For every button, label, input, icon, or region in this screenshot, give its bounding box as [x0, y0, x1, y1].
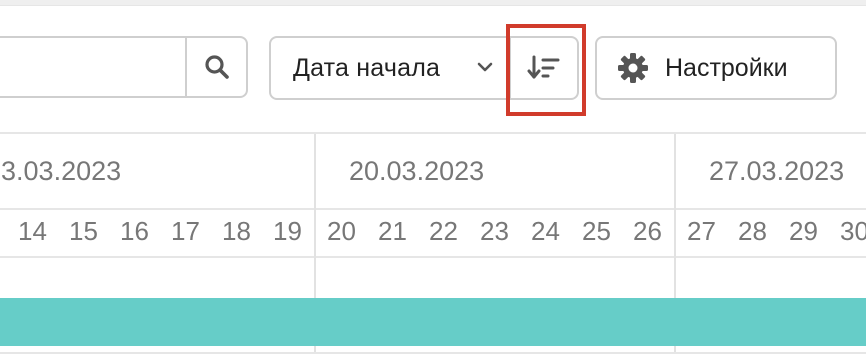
day-label: 21: [378, 216, 407, 246]
day-label: 15: [69, 216, 98, 246]
timeline-top-border: [0, 132, 866, 134]
top-divider: [0, 0, 866, 6]
search-icon: [204, 55, 229, 79]
day-label: 29: [789, 216, 818, 246]
search-input[interactable]: [0, 38, 188, 96]
chevron-down-icon: [477, 62, 493, 72]
day-label: 22: [429, 216, 458, 246]
day-label: 18: [222, 216, 251, 246]
timeline-bottom-border: [0, 256, 866, 258]
sort-field-label: Дата начала: [293, 53, 441, 82]
settings-button[interactable]: Настройки: [595, 36, 837, 100]
day-label: 14: [18, 216, 47, 246]
day-label: 19: [273, 216, 302, 246]
task-bar[interactable]: [0, 298, 866, 346]
day-label: 25: [582, 216, 611, 246]
day-label: 28: [738, 216, 767, 246]
week-label: 20.03.2023: [349, 156, 485, 186]
sort-descending-icon: [527, 55, 560, 79]
day-label: 16: [120, 216, 149, 246]
search-button[interactable]: [185, 38, 246, 96]
sort-field-dropdown[interactable]: Дата начала: [271, 38, 509, 98]
row-divider: [0, 352, 866, 354]
day-label: 17: [171, 216, 200, 246]
day-label: 20: [327, 216, 356, 246]
day-label: 24: [531, 216, 560, 246]
search-box: [0, 36, 248, 98]
gear-icon: [618, 53, 648, 83]
sort-field-select: Дата начала: [269, 36, 579, 100]
gantt-view: Дата начала Настройки 3.03.2023 20.03.20…: [0, 0, 866, 362]
settings-label: Настройки: [665, 53, 788, 82]
week-label: 27.03.2023: [709, 156, 845, 186]
day-label: 30: [840, 216, 866, 246]
week-label: 13.03.2023: [0, 156, 122, 186]
days-row: 14 15 16 17 18 19 20 21 22 23 24 25 26 2…: [0, 210, 866, 256]
day-label: 27: [687, 216, 716, 246]
day-label: 26: [633, 216, 662, 246]
day-label: 23: [480, 216, 509, 246]
sort-order-button[interactable]: [509, 38, 577, 98]
